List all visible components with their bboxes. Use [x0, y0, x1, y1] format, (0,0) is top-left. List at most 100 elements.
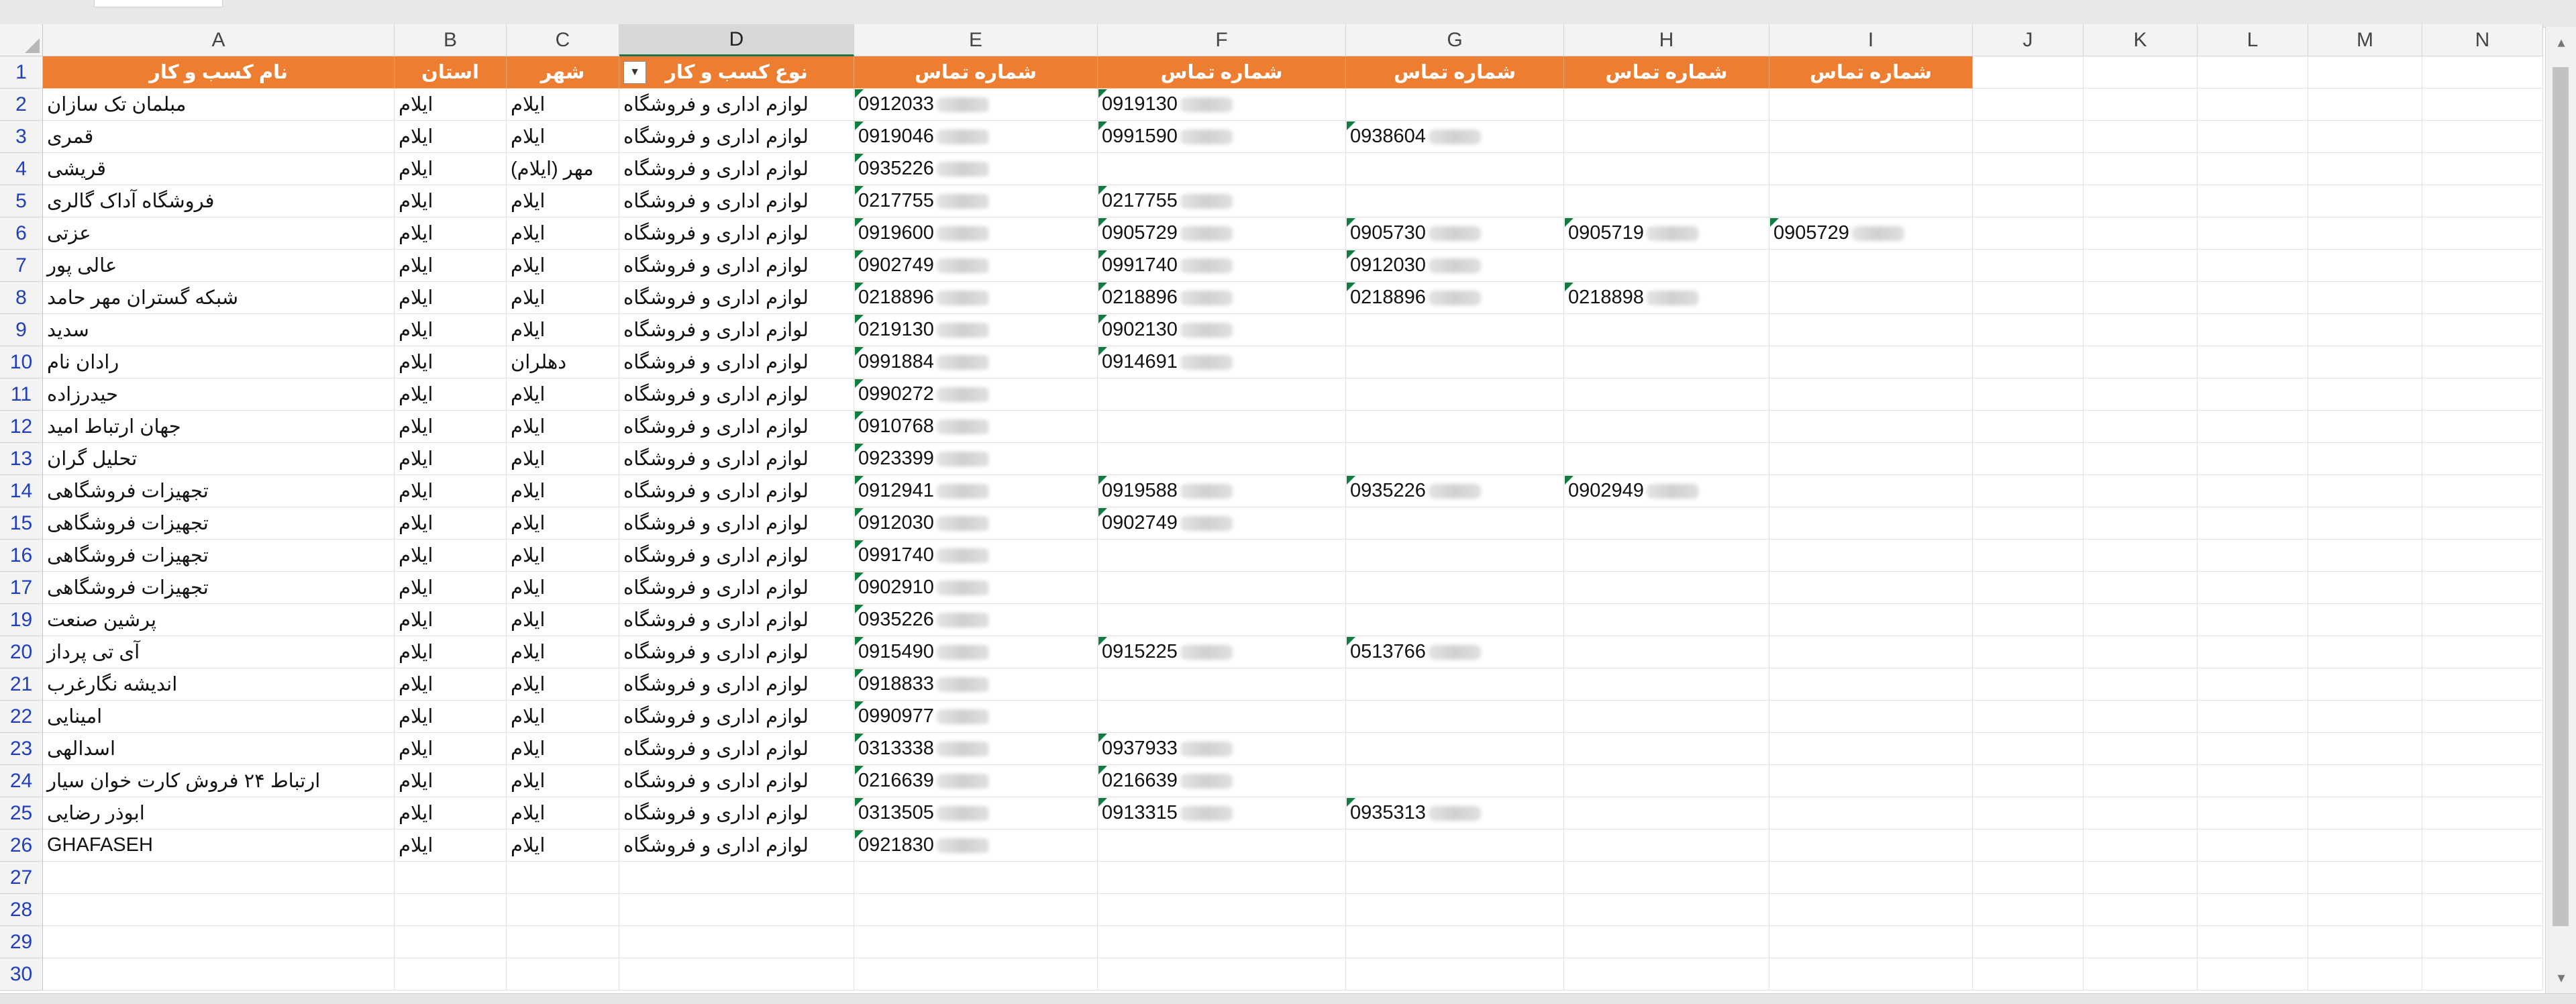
cell-m20[interactable] — [2308, 636, 2422, 668]
cell-j9[interactable] — [1973, 314, 2083, 346]
cell-l7[interactable] — [2198, 250, 2308, 282]
cell-b2[interactable]: ایلام — [395, 89, 507, 121]
cell-a30[interactable] — [43, 958, 395, 991]
row-header-27[interactable]: 27 — [0, 862, 43, 894]
cell-h22[interactable] — [1564, 701, 1769, 733]
cell-a16[interactable]: تجهیزات فروشگاهی — [43, 540, 395, 572]
row-header-7[interactable]: 7 — [0, 250, 43, 282]
cell-c7[interactable]: ایلام — [507, 250, 619, 282]
cell-c22[interactable]: ایلام — [507, 701, 619, 733]
cell-a12[interactable]: جهان ارتباط امید — [43, 411, 395, 443]
cell-k4[interactable] — [2083, 153, 2198, 185]
cell-e16[interactable]: 0991740 — [854, 540, 1098, 572]
cell-g13[interactable] — [1346, 443, 1564, 475]
cell-e4[interactable]: 0935226 — [854, 153, 1098, 185]
cell-n24[interactable] — [2422, 765, 2543, 797]
cell-a3[interactable]: قمری — [43, 121, 395, 153]
cell-k1[interactable] — [2083, 56, 2198, 89]
cell-g14[interactable]: 0935226 — [1346, 475, 1564, 507]
cell-n25[interactable] — [2422, 797, 2543, 830]
cell-n30[interactable] — [2422, 958, 2543, 991]
cell-a21[interactable]: اندیشه نگارغرب — [43, 668, 395, 701]
cell-f14[interactable]: 0919588 — [1098, 475, 1346, 507]
cell-h4[interactable] — [1564, 153, 1769, 185]
cell-l28[interactable] — [2198, 894, 2308, 926]
cell-f12[interactable] — [1098, 411, 1346, 443]
cell-f22[interactable] — [1098, 701, 1346, 733]
cell-c21[interactable]: ایلام — [507, 668, 619, 701]
cell-j13[interactable] — [1973, 443, 2083, 475]
cell-g3[interactable]: 0938604 — [1346, 121, 1564, 153]
cell-m7[interactable] — [2308, 250, 2422, 282]
cell-j20[interactable] — [1973, 636, 2083, 668]
cell-g29[interactable] — [1346, 926, 1564, 958]
cell-d29[interactable] — [619, 926, 854, 958]
cell-j25[interactable] — [1973, 797, 2083, 830]
cell-i16[interactable] — [1769, 540, 1973, 572]
cell-m13[interactable] — [2308, 443, 2422, 475]
cell-g4[interactable] — [1346, 153, 1564, 185]
cell-e1[interactable]: شماره تماس — [854, 56, 1098, 89]
cell-l26[interactable] — [2198, 830, 2308, 862]
cell-i9[interactable] — [1769, 314, 1973, 346]
filter-funnel-icon[interactable]: ▼ — [623, 61, 646, 84]
cell-a26[interactable]: GHAFASEH — [43, 830, 395, 862]
cell-l23[interactable] — [2198, 733, 2308, 765]
cell-d30[interactable] — [619, 958, 854, 991]
cell-g21[interactable] — [1346, 668, 1564, 701]
cell-f27[interactable] — [1098, 862, 1346, 894]
cell-a29[interactable] — [43, 926, 395, 958]
cell-g12[interactable] — [1346, 411, 1564, 443]
cell-n29[interactable] — [2422, 926, 2543, 958]
cell-b12[interactable]: ایلام — [395, 411, 507, 443]
cell-i28[interactable] — [1769, 894, 1973, 926]
cell-a17[interactable]: تجهیزات فروشگاهی — [43, 572, 395, 604]
cell-k26[interactable] — [2083, 830, 2198, 862]
cell-g19[interactable] — [1346, 604, 1564, 636]
cell-c11[interactable]: ایلام — [507, 379, 619, 411]
cell-c16[interactable]: ایلام — [507, 540, 619, 572]
column-header-k[interactable]: K — [2083, 24, 2198, 56]
cell-g1[interactable]: شماره تماس — [1346, 56, 1564, 89]
cell-m9[interactable] — [2308, 314, 2422, 346]
cell-j21[interactable] — [1973, 668, 2083, 701]
row-header-29[interactable]: 29 — [0, 926, 43, 958]
cell-b22[interactable]: ایلام — [395, 701, 507, 733]
cell-k30[interactable] — [2083, 958, 2198, 991]
cell-b29[interactable] — [395, 926, 507, 958]
cell-k20[interactable] — [2083, 636, 2198, 668]
cell-h11[interactable] — [1564, 379, 1769, 411]
cell-g22[interactable] — [1346, 701, 1564, 733]
cell-f6[interactable]: 0905729 — [1098, 217, 1346, 250]
cell-l17[interactable] — [2198, 572, 2308, 604]
cell-k5[interactable] — [2083, 185, 2198, 217]
cell-h24[interactable] — [1564, 765, 1769, 797]
cell-l5[interactable] — [2198, 185, 2308, 217]
cell-i8[interactable] — [1769, 282, 1973, 314]
cell-d26[interactable]: لوازم اداری و فروشگاه — [619, 830, 854, 862]
cell-d21[interactable]: لوازم اداری و فروشگاه — [619, 668, 854, 701]
cell-i30[interactable] — [1769, 958, 1973, 991]
cell-d25[interactable]: لوازم اداری و فروشگاه — [619, 797, 854, 830]
cell-c13[interactable]: ایلام — [507, 443, 619, 475]
cell-l2[interactable] — [2198, 89, 2308, 121]
cell-d14[interactable]: لوازم اداری و فروشگاه — [619, 475, 854, 507]
cell-i13[interactable] — [1769, 443, 1973, 475]
cell-h9[interactable] — [1564, 314, 1769, 346]
cell-g9[interactable] — [1346, 314, 1564, 346]
cell-k12[interactable] — [2083, 411, 2198, 443]
cell-n23[interactable] — [2422, 733, 2543, 765]
cell-h10[interactable] — [1564, 346, 1769, 379]
cell-j11[interactable] — [1973, 379, 2083, 411]
cell-k16[interactable] — [2083, 540, 2198, 572]
cell-e11[interactable]: 0990272 — [854, 379, 1098, 411]
cell-g11[interactable] — [1346, 379, 1564, 411]
cell-b9[interactable]: ایلام — [395, 314, 507, 346]
cell-d3[interactable]: لوازم اداری و فروشگاه — [619, 121, 854, 153]
cell-f25[interactable]: 0913315 — [1098, 797, 1346, 830]
cell-n1[interactable] — [2422, 56, 2543, 89]
cell-l8[interactable] — [2198, 282, 2308, 314]
cell-d20[interactable]: لوازم اداری و فروشگاه — [619, 636, 854, 668]
cell-n21[interactable] — [2422, 668, 2543, 701]
cell-b6[interactable]: ایلام — [395, 217, 507, 250]
